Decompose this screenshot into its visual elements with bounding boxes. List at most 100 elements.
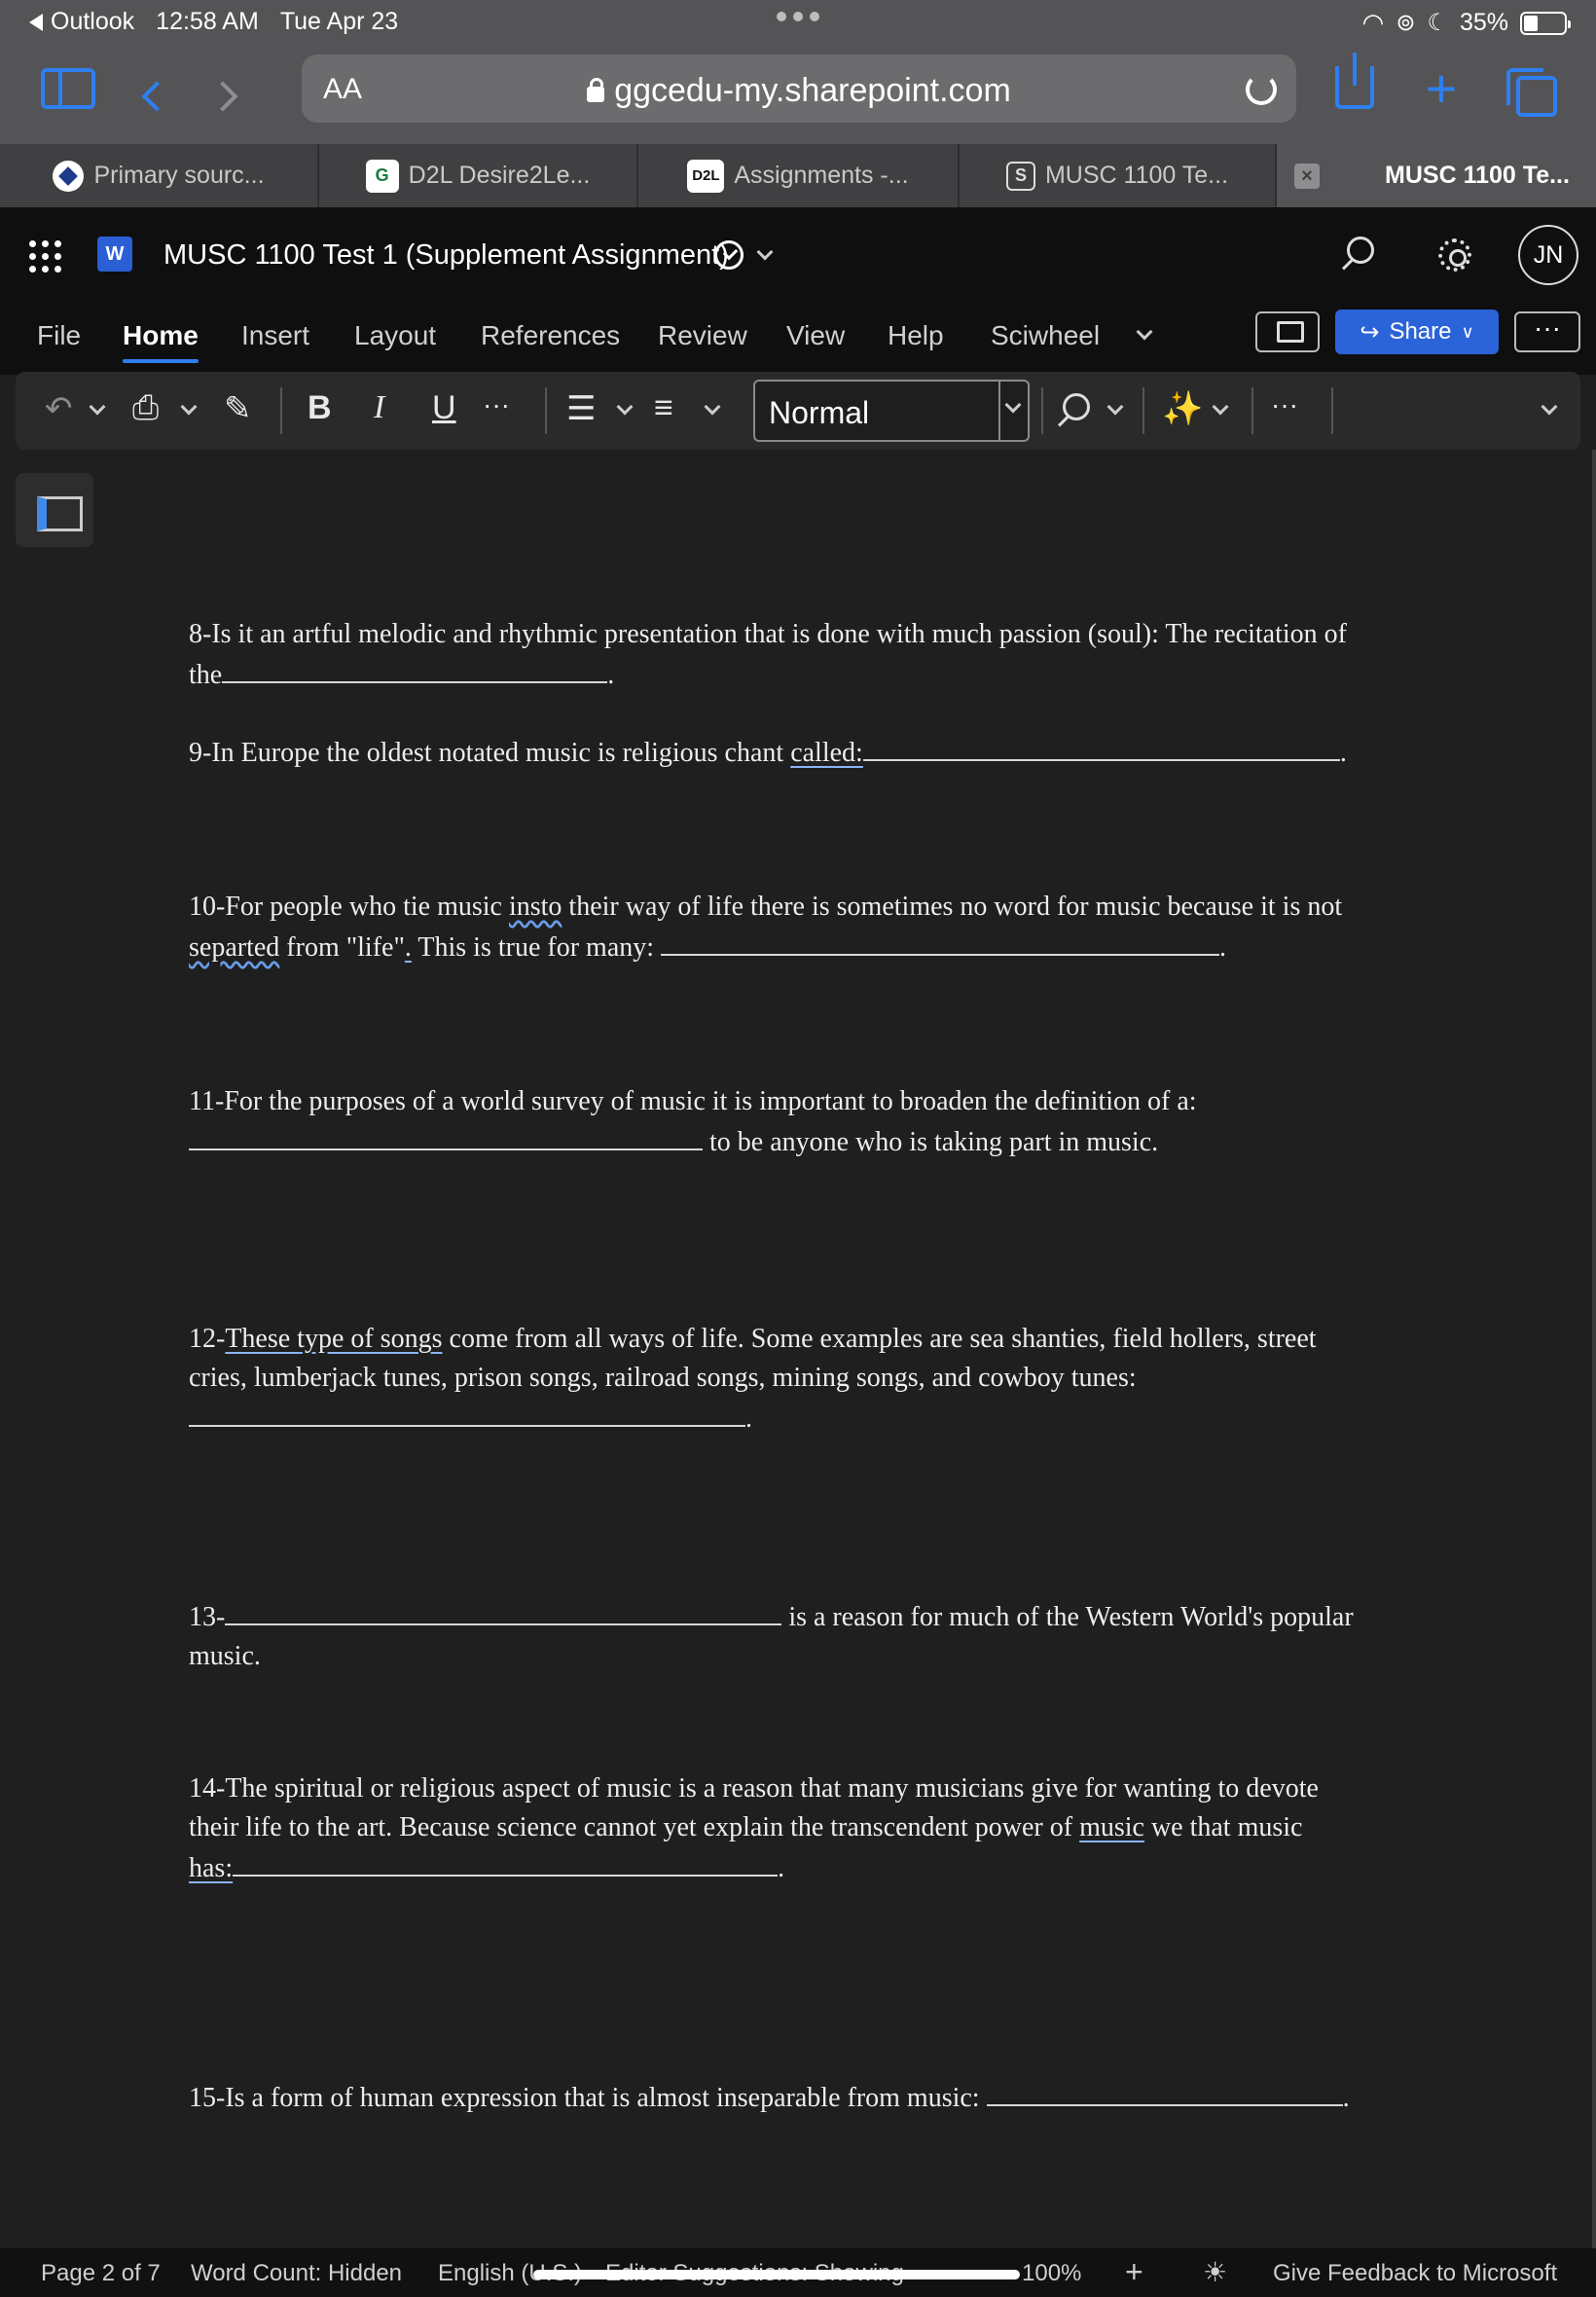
- find-icon[interactable]: [1063, 393, 1090, 420]
- q12-line-2: cries, lumberjack tunes, prison songs, r…: [189, 1363, 1137, 1393]
- address-bar[interactable]: AA ggcedu-my.sharepoint.com: [302, 55, 1296, 123]
- share-button[interactable]: ↪ Share ∨: [1335, 310, 1499, 354]
- saved-status-icon[interactable]: [714, 240, 744, 270]
- browser-tab-assignments[interactable]: D2L Assignments -...: [638, 144, 960, 207]
- q15-text: 15-Is a form of human expression that is…: [189, 2083, 987, 2113]
- browser-tab-d2l[interactable]: G D2L Desire2Le...: [319, 144, 638, 207]
- title-chevron-down-icon[interactable]: [756, 243, 774, 261]
- battery-percent: 35%: [1459, 9, 1508, 36]
- q14-text-a: their life to the art. Because science c…: [189, 1812, 1080, 1842]
- answer-blank-11[interactable]: [189, 1121, 703, 1150]
- zoom-level[interactable]: 100%: [1022, 2260, 1081, 2287]
- browser-tab-primary-sources[interactable]: Primary sourc...: [0, 144, 319, 207]
- multitasking-dots-icon[interactable]: [777, 12, 819, 21]
- tab-insert[interactable]: Insert: [241, 320, 309, 351]
- answer-blank-9[interactable]: [862, 732, 1340, 761]
- close-tab-icon[interactable]: ×: [1294, 163, 1320, 189]
- answer-blank-10[interactable]: [661, 927, 1220, 956]
- q8-line-2-text: the: [189, 660, 223, 690]
- document-title[interactable]: MUSC 1100 Test 1 (Supplement Assignment): [163, 239, 729, 272]
- italic-button[interactable]: I: [374, 389, 384, 426]
- new-tab-plus-icon[interactable]: +: [1417, 61, 1466, 116]
- style-dropdown[interactable]: Normal: [753, 380, 1030, 442]
- search-icon[interactable]: [1347, 237, 1374, 264]
- paste-chevron-icon[interactable]: [180, 398, 198, 416]
- back-to-app-link[interactable]: Outlook: [29, 8, 134, 36]
- editor-chevron-icon[interactable]: [1212, 398, 1229, 416]
- expand-ribbon-chevron-icon[interactable]: [1541, 398, 1558, 416]
- document-page[interactable]: 8-Is it an artful melodic and rhythmic p…: [189, 450, 1415, 2248]
- editor-wand-icon[interactable]: ✨: [1162, 389, 1203, 428]
- navigation-pane-toggle[interactable]: [16, 473, 93, 547]
- tab-review[interactable]: Review: [658, 320, 747, 351]
- align-chevron-icon[interactable]: [704, 398, 721, 416]
- lock-icon: [587, 78, 605, 102]
- q10-spelling-flag-separted[interactable]: separted: [189, 932, 279, 963]
- style-chevron-down-icon[interactable]: [998, 382, 1028, 440]
- question-11: 11-For the purposes of a world survey of…: [189, 1082, 1415, 1162]
- tab-file[interactable]: File: [37, 320, 81, 351]
- browser-tab-musc-1[interactable]: S MUSC 1100 Te...: [960, 144, 1277, 207]
- back-triangle-icon: [29, 13, 43, 31]
- forward-chevron-icon[interactable]: [207, 81, 238, 112]
- format-painter-icon[interactable]: ✎: [224, 389, 252, 428]
- vertical-scrollbar[interactable]: [1592, 450, 1596, 2248]
- overflow-button[interactable]: ···: [1271, 389, 1298, 420]
- url-text: ggcedu-my.sharepoint.com: [614, 72, 1011, 109]
- q8-period: .: [607, 660, 615, 690]
- underline-button[interactable]: U: [432, 389, 456, 427]
- brightness-icon[interactable]: ☀: [1203, 2256, 1227, 2288]
- q15-period: .: [1342, 2083, 1350, 2113]
- word-status-bar: Page 2 of 7 Word Count: Hidden English (…: [0, 2248, 1596, 2297]
- tab-label: MUSC 1100 Te...: [1044, 162, 1229, 189]
- comments-button[interactable]: [1255, 311, 1320, 352]
- zoom-in-button[interactable]: +: [1125, 2254, 1143, 2290]
- word-header: W MUSC 1100 Test 1 (Supplement Assignmen…: [0, 207, 1596, 305]
- answer-blank-13[interactable]: [225, 1596, 782, 1625]
- answer-blank-12[interactable]: [189, 1398, 745, 1427]
- find-chevron-icon[interactable]: [1106, 398, 1124, 416]
- paste-icon[interactable]: ⎙: [132, 389, 159, 427]
- more-options-button[interactable]: ···: [1514, 311, 1580, 352]
- tab-sciwheel[interactable]: Sciwheel: [991, 320, 1100, 351]
- tab-home[interactable]: Home: [123, 320, 199, 363]
- d2l-logo-icon: D2L: [687, 159, 725, 193]
- orientation-lock-icon: ⊚: [1396, 10, 1416, 36]
- system-status-bar: Outlook 12:58 AM Tue Apr 23 ◠ ⊚ ☾ 35%: [0, 0, 1596, 47]
- tab-references[interactable]: References: [481, 320, 620, 351]
- tab-label: Primary sourc...: [93, 162, 265, 189]
- app-launcher-icon[interactable]: [29, 240, 62, 273]
- reload-icon[interactable]: [1246, 74, 1277, 105]
- back-chevron-icon[interactable]: [141, 81, 172, 112]
- more-font-options-button[interactable]: ···: [483, 389, 510, 420]
- tab-layout[interactable]: Layout: [354, 320, 436, 351]
- undo-icon[interactable]: ↶: [45, 389, 73, 428]
- bullets-chevron-icon[interactable]: [616, 398, 634, 416]
- gear-icon[interactable]: [1438, 238, 1471, 272]
- align-icon[interactable]: ≡: [654, 389, 673, 427]
- answer-blank-8[interactable]: [222, 654, 608, 683]
- answer-blank-15[interactable]: [986, 2077, 1343, 2106]
- word-count[interactable]: Word Count: Hidden: [191, 2260, 402, 2287]
- q13-number: 13-: [189, 1602, 226, 1632]
- sidebar-icon[interactable]: [41, 68, 95, 109]
- share-icon[interactable]: [1335, 53, 1374, 109]
- undo-chevron-icon[interactable]: [89, 398, 106, 416]
- circle-logo-icon: [53, 160, 85, 192]
- q10-spelling-flag-insto[interactable]: insto: [509, 892, 562, 922]
- q9-underlined-word: called:: [790, 738, 863, 768]
- browser-tab-musc-active[interactable]: × MUSC 1100 Te...: [1277, 144, 1596, 207]
- share-arrow-icon: ↪: [1360, 318, 1380, 346]
- feedback-link[interactable]: Give Feedback to Microsoft: [1273, 2260, 1557, 2287]
- document-canvas[interactable]: 8-Is it an artful melodic and rhythmic p…: [0, 450, 1596, 2248]
- avatar[interactable]: JN: [1518, 225, 1578, 285]
- question-13: 13- is a reason for much of the Western …: [189, 1596, 1415, 1676]
- q10-text-a: 10-For people who tie music: [189, 892, 509, 922]
- tab-help[interactable]: Help: [888, 320, 944, 351]
- more-tabs-chevron-icon[interactable]: [1136, 323, 1153, 341]
- bullets-icon[interactable]: ☰: [566, 389, 596, 428]
- answer-blank-14[interactable]: [233, 1847, 779, 1877]
- tab-view[interactable]: View: [786, 320, 845, 351]
- tab-overview-icon[interactable]: [1506, 68, 1557, 117]
- bold-button[interactable]: B: [308, 389, 332, 427]
